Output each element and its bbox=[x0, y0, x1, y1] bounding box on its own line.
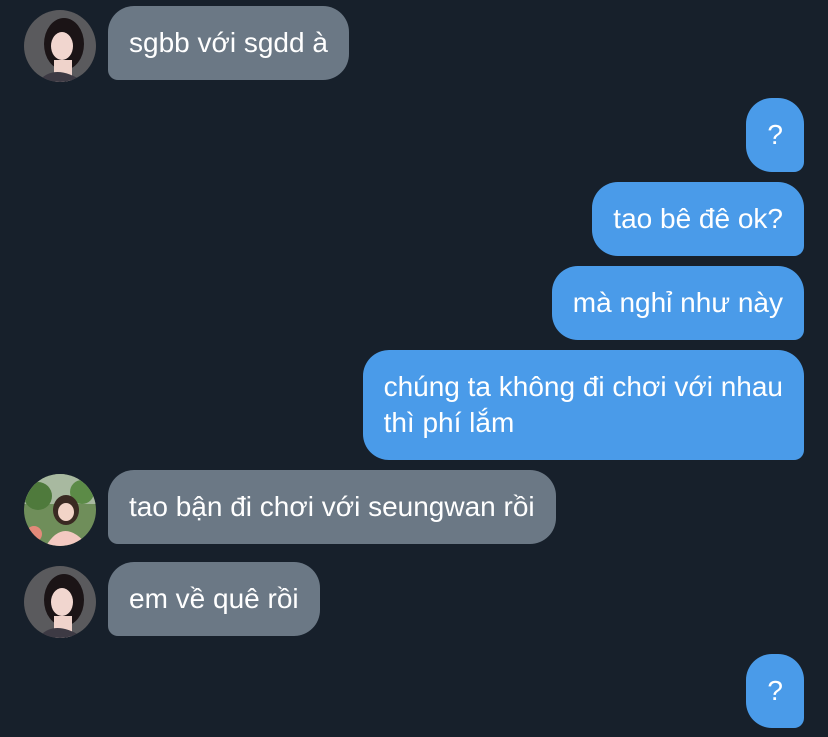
avatar-girl-garden-image bbox=[24, 474, 96, 546]
avatar-girl-dark-image bbox=[24, 566, 96, 638]
avatar[interactable] bbox=[24, 10, 96, 82]
message-text: ? bbox=[767, 119, 783, 150]
message-bubble-outgoing[interactable]: mà nghỉ như này bbox=[551, 266, 804, 340]
message-text-line: chúng ta không đi chơi với nhau bbox=[383, 371, 783, 402]
avatar[interactable] bbox=[24, 474, 96, 546]
message-bubble-outgoing[interactable]: chúng ta không đi chơi với nhau thì phí … bbox=[362, 350, 804, 460]
message-text: ? bbox=[767, 675, 783, 706]
message-text: em về quê rồi bbox=[129, 583, 299, 614]
message-bubble-incoming[interactable]: sgbb với sgdd à bbox=[108, 6, 349, 80]
message-bubble-incoming[interactable]: em về quê rồi bbox=[108, 562, 320, 636]
message-bubble-outgoing[interactable]: tao bê đê ok? bbox=[592, 182, 804, 256]
message-text: tao bận đi chơi với seungwan rồi bbox=[129, 491, 535, 522]
avatar[interactable] bbox=[24, 566, 96, 638]
message-bubble-outgoing[interactable]: ? bbox=[746, 98, 804, 172]
message-bubble-incoming[interactable]: tao bận đi chơi với seungwan rồi bbox=[108, 470, 556, 544]
message-text: sgbb với sgdd à bbox=[129, 27, 328, 58]
message-text-line: thì phí lắm bbox=[383, 407, 515, 438]
message-text: tao bê đê ok? bbox=[613, 203, 783, 234]
message-text: mà nghỉ như này bbox=[572, 287, 783, 318]
avatar-girl-dark-image bbox=[24, 10, 96, 82]
message-bubble-outgoing[interactable]: ? bbox=[746, 654, 804, 728]
